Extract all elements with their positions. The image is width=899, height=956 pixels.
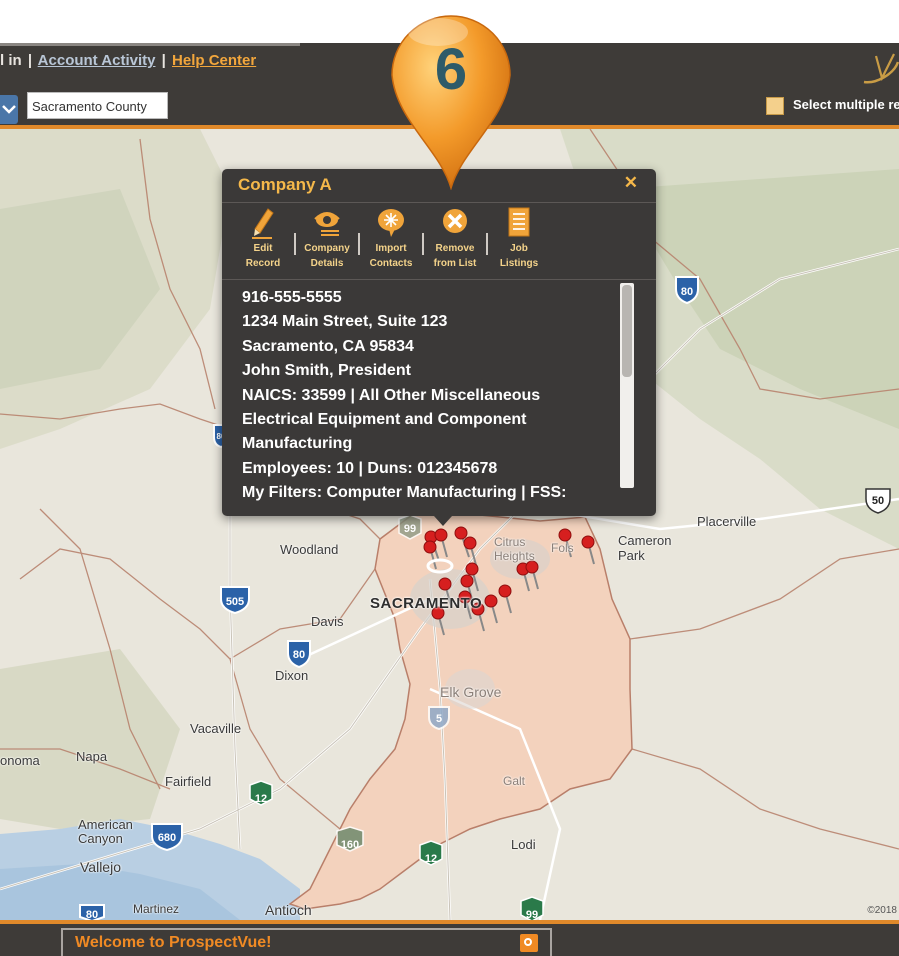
svg-text:505: 505	[226, 596, 244, 608]
svg-text:80: 80	[681, 286, 693, 298]
tool-label-line1: Job	[510, 243, 528, 254]
highway-shield: 99	[398, 514, 422, 540]
import-contacts-button[interactable]: Import Contacts	[360, 205, 422, 271]
company-filters: My Filters: Computer Manufacturing | FSS…	[242, 484, 567, 502]
map-label-vacaville: Vacaville	[190, 721, 242, 736]
help-center-link[interactable]: Help Center	[172, 52, 256, 69]
map-label-davis: Davis	[311, 614, 344, 629]
map-label-placerville: Placerville	[697, 514, 757, 529]
popup-details: 916-555-5555 1234 Main Street, Suite 123…	[222, 279, 656, 501]
account-activity-link[interactable]: Account Activity	[38, 52, 156, 69]
popup-title: Company A	[238, 175, 332, 194]
svg-text:99: 99	[404, 523, 416, 535]
svg-text:99: 99	[526, 909, 538, 920]
highway-shield: 80	[287, 640, 311, 669]
map-label-american-canyon: American Canyon	[78, 817, 133, 846]
map-label-elk-grove: Elk Grove	[440, 684, 502, 700]
map-label-lodi: Lodi	[511, 837, 536, 852]
company-phone: 916-555-5555	[242, 289, 342, 306]
close-icon[interactable]: ✕	[624, 173, 638, 193]
svg-text:680: 680	[158, 832, 176, 844]
svg-text:80: 80	[293, 649, 305, 661]
select-multiple-regions-checkbox[interactable]	[766, 97, 784, 115]
popup-toolbar: Edit Record Company Details Import Contacts	[232, 205, 550, 273]
svg-text:50: 50	[872, 495, 884, 507]
link-separator: |	[27, 52, 33, 69]
company-info: 916-555-5555 1234 Main Street, Suite 123…	[242, 286, 622, 506]
chevron-down-icon	[2, 105, 16, 114]
svg-text:12: 12	[255, 793, 267, 805]
welcome-title: Welcome to ProspectVue!	[75, 934, 272, 951]
company-popup: Company A ✕ Edit Record Company Details	[222, 169, 656, 516]
tool-label-line2: Listings	[499, 258, 539, 269]
speech-bubble-icon	[378, 209, 404, 237]
highway-shield: 160	[336, 826, 364, 852]
select-multiple-regions-label: Select multiple reg	[793, 97, 899, 112]
map-label-cameron-park: Cameron Park	[618, 533, 672, 563]
pencil-icon	[252, 208, 274, 239]
eye-icon	[314, 212, 340, 236]
company-details-button[interactable]: Company Details	[296, 205, 358, 271]
map-label-sonoma: onoma	[0, 753, 40, 768]
region-dropdown-button[interactable]	[0, 95, 18, 124]
tool-label-line2: Contacts	[369, 258, 413, 269]
map-label-sacramento: SACRAMENTO	[370, 595, 483, 612]
welcome-panel: Welcome to ProspectVue!	[61, 928, 552, 956]
map-label-folsom: Fols	[551, 541, 574, 555]
header-strip	[0, 43, 300, 46]
job-listings-button[interactable]: Job Listings	[488, 205, 550, 271]
highway-shield: 505	[220, 586, 250, 615]
map-label-dixon: Dixon	[275, 668, 309, 683]
highway-shield: 680	[151, 823, 183, 852]
popup-scrollbar[interactable]	[620, 283, 634, 488]
remove-from-list-button[interactable]: Remove from List	[424, 205, 486, 271]
map-label-napa: Napa	[76, 749, 108, 764]
tool-label-line1: Remove	[435, 243, 475, 254]
remove-x-icon	[443, 209, 467, 233]
company-naics-line2: Electrical Equipment and Component	[242, 411, 527, 429]
brand-logo-icon	[863, 53, 899, 84]
svg-text:5: 5	[436, 713, 442, 725]
company-contact: John Smith, President	[242, 362, 411, 380]
expand-panel-button[interactable]	[520, 934, 538, 952]
edit-record-button[interactable]: Edit Record	[232, 205, 294, 271]
map-label-citrus-heights: Citrus Heights	[494, 535, 535, 563]
svg-text:160: 160	[341, 839, 359, 851]
map-label-galt: Galt	[503, 774, 526, 788]
county-input[interactable]: Sacramento County	[27, 92, 168, 119]
highway-shield: 12	[249, 780, 273, 806]
map-label-woodland: Woodland	[280, 542, 339, 557]
highway-shield: 12	[419, 840, 443, 866]
company-employees-duns: Employees: 10 | Duns: 012345678	[242, 459, 498, 477]
tool-label-line2: from List	[433, 258, 477, 269]
highway-shield: 5	[428, 706, 450, 731]
map-label-martinez: Martinez	[133, 902, 180, 916]
header-links: l in | Account Activity | Help Center	[0, 52, 256, 69]
highway-shield: 80	[675, 276, 699, 305]
popup-pointer	[434, 516, 452, 526]
company-address-line2: Sacramento, CA 95834	[242, 337, 414, 355]
highway-shield: 80	[79, 904, 105, 920]
map-label-fairfield: Fairfield	[165, 774, 212, 789]
highway-shield: 99	[520, 896, 544, 920]
signin-link-fragment[interactable]: l in	[0, 52, 22, 69]
tool-label-line1: Company	[304, 243, 350, 254]
scrollbar-thumb[interactable]	[622, 285, 632, 377]
map-label-antioch: Antioch	[265, 902, 312, 918]
tool-label-line1: Import	[375, 243, 407, 254]
tool-label-line2: Record	[245, 258, 281, 269]
link-separator: |	[161, 52, 166, 69]
map-label-vallejo: Vallejo	[80, 859, 121, 875]
map-copyright: ©2018	[867, 905, 897, 916]
list-icon	[508, 207, 530, 237]
step-number: 6	[434, 37, 468, 102]
tool-label-line2: Details	[310, 258, 344, 269]
tool-label-line1: Edit	[253, 243, 273, 254]
company-address-line1: 1234 Main Street, Suite 123	[242, 313, 448, 331]
svg-text:80: 80	[86, 909, 98, 920]
company-naics-line1: NAICS: 33599 | All Other Miscellaneous	[242, 386, 541, 404]
company-naics-line3: Manufacturing	[242, 435, 353, 453]
expand-icon	[524, 938, 532, 946]
svg-text:12: 12	[425, 853, 437, 865]
